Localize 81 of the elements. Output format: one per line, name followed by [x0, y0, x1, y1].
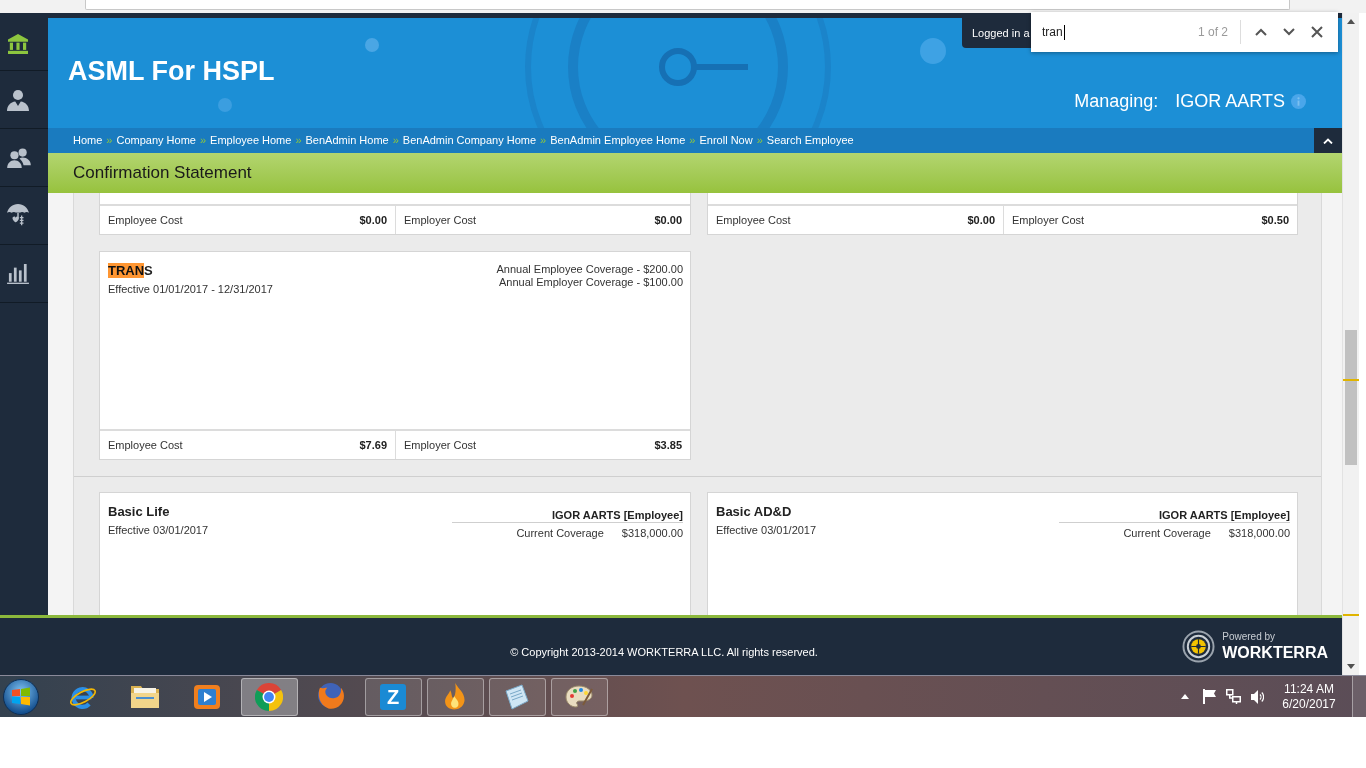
cost-label: Employee Cost: [108, 437, 183, 453]
cost-amount: $0.00: [967, 212, 995, 228]
scrollbar-thumb[interactable]: [1345, 330, 1357, 465]
match-marker-icon: [1343, 379, 1359, 381]
logo-wordmark: WORKTERRA: [1222, 643, 1328, 662]
cost-label: Employer Cost: [404, 437, 477, 453]
managing-label: Managing:: [1074, 90, 1159, 112]
breadcrumb-separator: »: [295, 133, 302, 149]
coverage-amount: $318,000.00: [1228, 526, 1290, 540]
address-field[interactable]: [85, 0, 1290, 10]
card-title: Basic Life: [108, 504, 170, 520]
target-logo-icon: [1182, 630, 1216, 663]
flag-icon[interactable]: [1202, 689, 1216, 704]
speaker-icon[interactable]: [1250, 689, 1264, 704]
clock-date[interactable]: 6/20/2017: [1282, 696, 1336, 712]
taskbar-button[interactable]: [240, 677, 298, 716]
member-name: IGOR AARTS [Employee]: [552, 508, 683, 522]
managing-name: IGOR AARTS: [1175, 90, 1285, 112]
close-icon[interactable]: [1311, 26, 1324, 38]
coverage-line: Annual Employer Coverage - $100.00: [498, 276, 683, 289]
coverage-line: Annual Employee Coverage - $200.00: [496, 263, 683, 276]
breadcrumb-link[interactable]: BenAdmin Home: [305, 132, 389, 149]
clock-time[interactable]: 11:24 AM: [1284, 681, 1334, 697]
cost-label: Employer Cost: [1012, 212, 1085, 228]
page-title: Confirmation Statement: [73, 162, 252, 185]
chevron-up-icon[interactable]: [1255, 28, 1268, 36]
cost-amount: $0.50: [1261, 212, 1289, 228]
notepad-icon: [505, 683, 529, 710]
breadcrumb-separator: »: [199, 133, 207, 149]
copyright-text: © Copyright 2013-2014 WORKTERRA LLC. All rights reserved.: [510, 645, 818, 661]
breadcrumb-separator: »: [106, 133, 113, 149]
member-name: IGOR AARTS [Employee]: [1159, 508, 1290, 522]
breadcrumb-separator: »: [392, 133, 399, 149]
scroll-up-arrow-icon[interactable]: [1347, 19, 1355, 24]
caret-up-icon[interactable]: [1181, 694, 1189, 699]
logo-tagline: Powered by: [1222, 631, 1277, 643]
breadcrumb-link[interactable]: BenAdmin Company Home: [402, 132, 537, 149]
breadcrumb-separator: »: [689, 133, 696, 149]
cost-label: Employee Cost: [716, 212, 791, 228]
breadcrumb-link[interactable]: Home: [73, 132, 103, 149]
card-title: Basic AD&D: [716, 504, 792, 520]
network-icon[interactable]: [1225, 689, 1241, 704]
folder-icon[interactable]: [131, 685, 159, 708]
cost-label: Employee Cost: [108, 212, 183, 228]
circle-logo-icon: [255, 682, 283, 711]
scroll-down-arrow-icon[interactable]: [1347, 664, 1355, 669]
cost-amount: $0.00: [359, 212, 387, 228]
cost-amount: $7.69: [359, 437, 387, 453]
match-count: 1 of 2: [1198, 24, 1229, 41]
start-button[interactable]: [3, 678, 39, 715]
match-marker-icon: [1343, 614, 1359, 616]
cost-amount: $3.85: [654, 437, 682, 453]
login-status-tab[interactable]: Logged in a: [962, 18, 1031, 48]
breadcrumb-separator: »: [540, 133, 547, 149]
cost-label: Employer Cost: [404, 212, 477, 228]
breadcrumb-link[interactable]: Enroll Now: [699, 132, 753, 149]
app-title: ASML For HSPL: [68, 55, 275, 87]
breadcrumb-link[interactable]: Search Employee: [766, 132, 854, 149]
globe-icon[interactable]: [317, 683, 345, 710]
app-tile: Z: [380, 683, 406, 710]
effective-dates: Effective 03/01/2017: [716, 523, 817, 537]
breadcrumb-link[interactable]: Employee Home: [210, 132, 292, 149]
play-icon[interactable]: [194, 684, 220, 709]
start-orb-icon: [3, 678, 39, 715]
coverage-label: Current Coverage: [516, 526, 604, 540]
effective-dates: Effective 01/01/2017 - 12/31/2017: [108, 282, 273, 296]
breadcrumb-link[interactable]: BenAdmin Employee Home: [550, 132, 686, 149]
palette-icon: [565, 685, 593, 708]
coverage-label: Current Coverage: [1123, 526, 1211, 540]
breadcrumb-link[interactable]: Company Home: [116, 132, 196, 149]
find-field[interactable]: tran: [1039, 20, 1189, 44]
taskbar-button[interactable]: Z: [364, 677, 422, 716]
taskbar-button[interactable]: [550, 677, 608, 716]
flame-icon: [445, 683, 465, 710]
taskbar-button[interactable]: [488, 677, 546, 716]
coverage-amount: $318,000.00: [621, 526, 683, 540]
effective-dates: Effective 03/01/2017: [108, 523, 209, 537]
taskbar-button[interactable]: [426, 677, 484, 716]
cost-amount: $0.00: [654, 212, 682, 228]
chevron-down-icon[interactable]: [1283, 28, 1296, 36]
breadcrumb-separator: »: [756, 133, 763, 149]
